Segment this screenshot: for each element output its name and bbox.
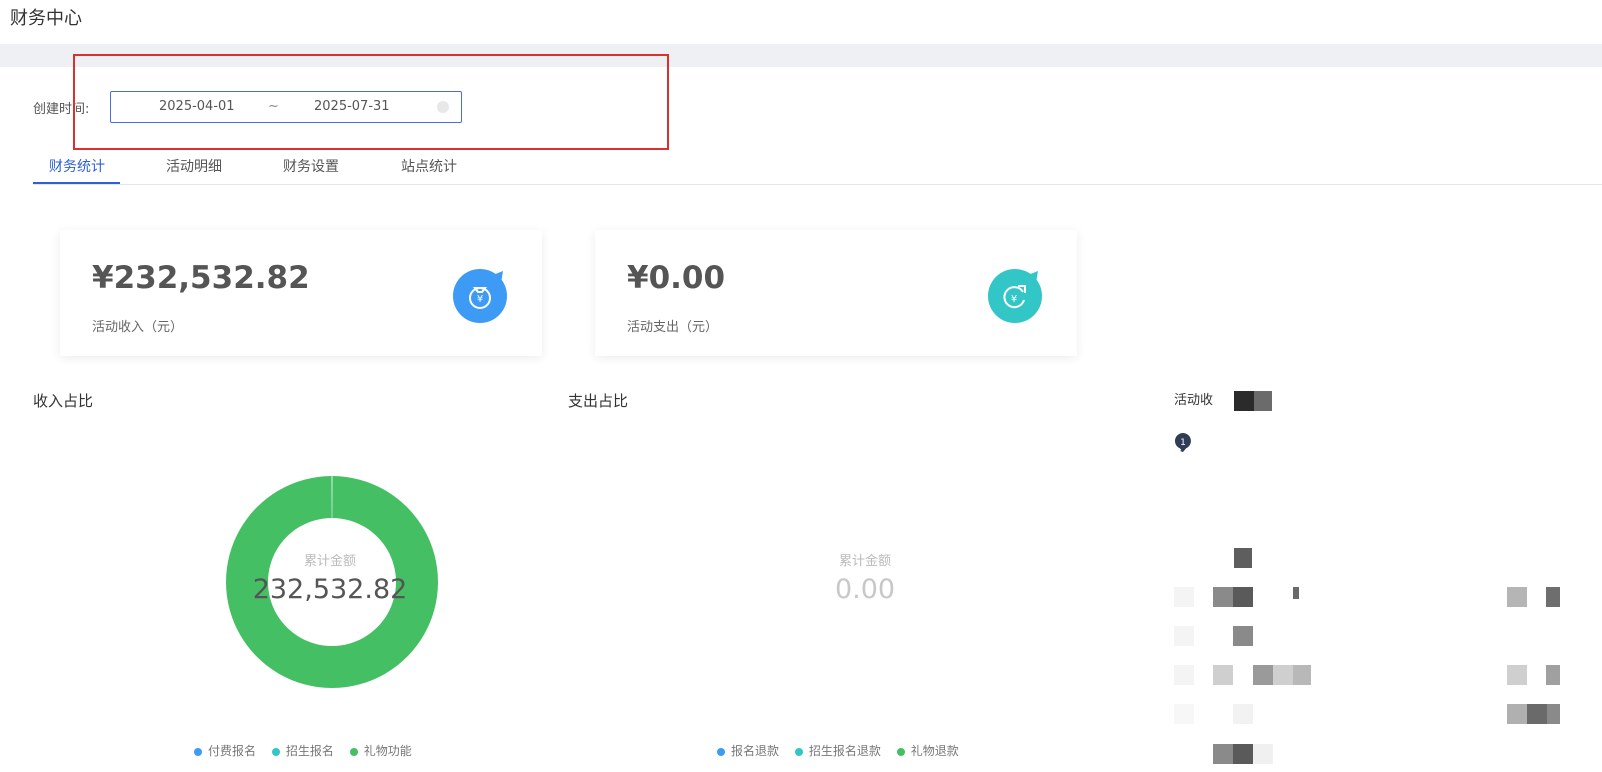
redacted-block <box>1507 587 1527 607</box>
redacted-block <box>1174 704 1194 724</box>
income-center-caption: 累计金额 <box>303 554 356 569</box>
svg-text:¥: ¥ <box>477 294 483 305</box>
income-card: ¥232,532.82 活动收入（元） ¥ <box>60 230 542 356</box>
expense-label: 活动支出（元） <box>627 320 719 335</box>
redacted-block <box>1234 548 1252 568</box>
legend-item[interactable]: 礼物功能 <box>349 742 412 759</box>
expense-center-value: 0.00 <box>834 574 896 605</box>
annotation-highlight-box <box>73 54 669 150</box>
redacted-block <box>1547 704 1560 724</box>
redacted-block <box>1293 587 1299 599</box>
redacted-block <box>1233 587 1253 607</box>
legend-dot <box>194 747 202 756</box>
income-center-value: 232,532.82 <box>252 574 408 605</box>
redacted-block <box>1213 587 1233 607</box>
redacted-block <box>1253 665 1273 685</box>
income-legend: 付费报名 招生报名 礼物功能 <box>194 742 424 759</box>
redacted-block <box>1507 665 1527 685</box>
legend-label: 招生报名退款 <box>808 744 881 758</box>
redacted-block <box>1233 744 1253 764</box>
tab-finance-settings[interactable]: 财务设置 <box>283 156 339 176</box>
page-title: 财务中心 <box>10 8 82 29</box>
legend-dot <box>717 747 725 756</box>
expense-amount: ¥0.00 <box>627 260 726 296</box>
expense-center-caption: 累计金额 <box>838 554 891 569</box>
legend-item[interactable]: 招生报名退款 <box>794 742 881 759</box>
income-amount: ¥232,532.82 <box>92 260 310 296</box>
redacted-block <box>1213 665 1233 685</box>
tab-activity-detail[interactable]: 活动明细 <box>166 156 222 176</box>
expense-card: ¥0.00 活动支出（元） ¥ <box>595 230 1077 356</box>
svg-text:¥: ¥ <box>1011 294 1017 305</box>
legend-label: 付费报名 <box>208 744 257 758</box>
activity-income-ranking-title: 活动收 <box>1174 393 1214 408</box>
redacted-block <box>1233 704 1253 724</box>
legend-dot <box>794 747 803 756</box>
redacted-block <box>1527 704 1547 724</box>
income-chart-title: 收入占比 <box>33 392 94 410</box>
redacted-block <box>1174 665 1194 685</box>
legend-label: 礼物功能 <box>363 744 412 758</box>
redacted-block <box>1254 391 1272 411</box>
redacted-block <box>1273 665 1293 685</box>
redacted-block <box>1546 587 1560 607</box>
redacted-block <box>1174 587 1194 607</box>
legend-item[interactable]: 礼物退款 <box>896 742 959 759</box>
income-label: 活动收入（元） <box>92 320 184 335</box>
rank-badge-number: 1 <box>1180 438 1186 448</box>
money-bag-icon: ¥ <box>453 267 509 323</box>
redacted-block <box>1253 744 1273 764</box>
active-tab-indicator <box>33 182 120 184</box>
rank-badge-icon: 1 <box>1174 432 1192 456</box>
redacted-block <box>1546 665 1560 685</box>
legend-dot <box>271 747 280 756</box>
legend-label: 报名退款 <box>731 744 780 758</box>
legend-label: 礼物退款 <box>910 744 959 758</box>
legend-label: 招生报名 <box>285 744 334 758</box>
redacted-block <box>1213 744 1233 764</box>
expense-legend: 报名退款 招生报名退款 礼物退款 <box>717 742 971 759</box>
redacted-block <box>1293 665 1311 685</box>
header-bar: 财务中心 <box>0 0 1602 44</box>
legend-dot <box>896 747 905 756</box>
legend-item[interactable]: 付费报名 <box>194 742 256 759</box>
tab-bar: 财务统计 活动明细 财务设置 站点统计 <box>33 146 1602 185</box>
redacted-block <box>1234 391 1254 411</box>
tab-finance-stats[interactable]: 财务统计 <box>49 156 105 176</box>
expense-chart-title: 支出占比 <box>568 392 629 410</box>
redacted-block <box>1233 626 1253 646</box>
tab-site-stats[interactable]: 站点统计 <box>401 156 457 176</box>
redacted-block <box>1174 626 1194 646</box>
legend-item[interactable]: 招生报名 <box>271 742 334 759</box>
legend-item[interactable]: 报名退款 <box>717 742 779 759</box>
redacted-block <box>1507 704 1527 724</box>
refund-icon: ¥ <box>988 267 1044 323</box>
legend-dot <box>349 747 358 756</box>
